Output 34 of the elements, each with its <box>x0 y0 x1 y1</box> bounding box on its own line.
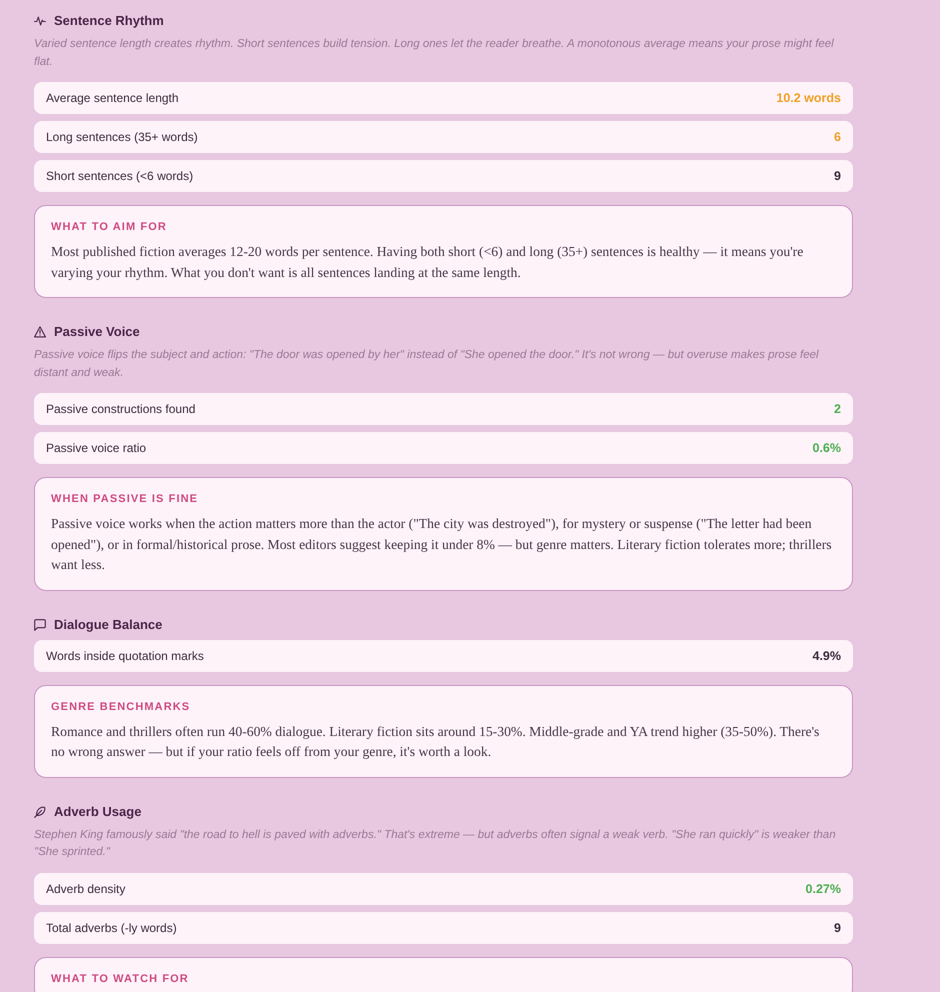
warning-icon <box>34 326 46 338</box>
metric-label: Adverb density <box>46 882 126 896</box>
note-body: Passive voice works when the action matters more than the actor ("The city was destroyed"), for mystery or suspense ("The letter had been opened"), or in formal/historical prose. Most editors suggest keeping it under 8% — but genre matters. Literary fiction tolerates more; thrillers want less. <box>51 515 833 574</box>
metric-label: Passive voice ratio <box>46 441 146 455</box>
section-heading: Adverb Usage <box>54 802 142 820</box>
section-heading: Passive Voice <box>54 323 140 341</box>
metric-value: 0.27% <box>806 882 841 896</box>
metric-value: 9 <box>834 169 841 183</box>
section-description: Stephen King famously said "the road to hell is paved with adverbs." That's extreme — but adverbs often signal a weak verb. "She ran quickly" is weaker than "She sprinted." <box>34 828 837 860</box>
section-heading: Dialogue Balance <box>54 616 162 634</box>
note-title: WHAT TO WATCH FOR <box>51 972 190 986</box>
section-description: Varied sentence length creates rhythm. Short sentences build tension. Long ones let the reader breathe. A monotonous average means your prose might feel flat. <box>34 37 835 70</box>
metric-value: 10.2 words <box>776 91 841 105</box>
metric-label: Passive constructions found <box>46 402 196 416</box>
metric-label: Average sentence length <box>46 91 179 105</box>
metric-label: Total adverbs (-ly words) <box>46 920 177 934</box>
metric-value: 0.6% <box>812 441 841 455</box>
metric-value: 9 <box>834 920 841 934</box>
chat-bubble-icon <box>34 618 46 630</box>
metric-value: 2 <box>834 402 841 416</box>
note-title: WHEN PASSIVE IS FINE <box>51 492 200 506</box>
note-title: WHAT TO AIM FOR <box>51 220 168 234</box>
metric-value: 4.9% <box>812 648 841 662</box>
metric-label: Short sentences (<6 words) <box>46 169 194 183</box>
note-body: Most published fiction averages 12-20 words per sentence. Having both short (<6) and long (35+) sentences is healthy — it means you're varying your rhythm. What you don't want is all sentences landing at the same length. <box>51 243 804 282</box>
metric-label: Long sentences (35+ words) <box>46 130 198 144</box>
feather-icon <box>34 806 46 818</box>
note-body: Romance and thrillers often run 40-60% dialogue. Literary fiction sits around 15-30%. Middle-grade and YA trend higher (35-50%). There's no wrong answer — but if your ratio feels off from your genre, it's worth a look. <box>51 722 820 761</box>
section-heading: Sentence Rhythm <box>54 12 164 30</box>
pulse-icon <box>34 15 46 27</box>
metric-label: Words inside quotation marks <box>46 648 204 662</box>
section-description: Passive voice flips the subject and action: "The door was opened by her" instead of "She opened the door." It's not wrong — but overuse makes prose feel distant and weak. <box>34 348 820 380</box>
metric-value: 6 <box>834 130 841 144</box>
note-title: GENRE BENCHMARKS <box>51 700 192 714</box>
